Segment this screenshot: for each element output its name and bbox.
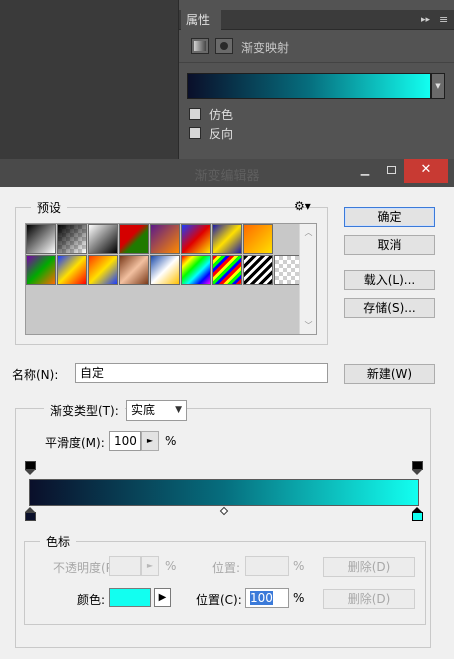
smoothness-input[interactable]: 100 (109, 431, 141, 451)
delete-opacity-stop-button[interactable]: 删除(D) (323, 557, 415, 577)
opacity-stop-right[interactable] (412, 461, 423, 475)
preset-swatch[interactable] (119, 255, 149, 285)
preset-swatch[interactable] (150, 224, 180, 254)
position-label: 位置(C): (196, 593, 242, 607)
panel-title: 渐变映射 (241, 41, 290, 55)
opacity-input[interactable] (109, 556, 141, 576)
delete-color-stop-button[interactable]: 删除(D) (323, 589, 415, 609)
scroll-down-icon[interactable]: ﹀ (300, 320, 317, 331)
preset-swatch[interactable] (26, 224, 56, 254)
presets-scrollbar[interactable]: ︿ ﹀ (299, 224, 316, 334)
stops-group-title: 色标 (40, 533, 77, 550)
adjustment-icon[interactable] (191, 38, 209, 54)
panel-menu-icon[interactable]: ≡ (439, 12, 448, 28)
stop-box (412, 461, 423, 470)
gradient-type-value: 实底 (131, 403, 156, 417)
gradient-bar[interactable] (29, 479, 419, 506)
maximize-icon[interactable] (376, 159, 406, 183)
color-menu-arrow-icon[interactable]: ▶ (154, 588, 171, 607)
preset-swatch[interactable] (212, 224, 242, 254)
position-unit: % (293, 591, 305, 605)
smoothness-unit: % (165, 434, 177, 448)
preset-swatch[interactable] (26, 255, 56, 285)
preset-swatch[interactable] (181, 224, 211, 254)
gradient-preview[interactable] (187, 73, 431, 99)
stop-box (412, 512, 423, 521)
opacity-stepper[interactable]: ► (141, 556, 159, 576)
reverse-label: 反向 (209, 127, 234, 141)
chevron-down-icon[interactable]: ▼ (431, 73, 445, 99)
stop-pointer (25, 470, 35, 475)
stops-group (24, 541, 426, 625)
chevron-down-icon: ▼ (175, 405, 182, 415)
presets-list (25, 223, 317, 335)
ok-button[interactable]: 确定 (344, 207, 435, 227)
preset-swatch[interactable] (181, 255, 211, 285)
preset-swatch[interactable] (88, 224, 118, 254)
name-label: 名称(N): (12, 368, 59, 382)
load-button[interactable]: 载入(L)... (344, 270, 435, 290)
smoothness-label: 平滑度(M): (45, 436, 105, 450)
position-input[interactable]: 100 (245, 588, 289, 608)
dialog-titlebar[interactable]: 渐变编辑器 ▁ ✕ (0, 159, 454, 187)
preset-swatch[interactable] (88, 255, 118, 285)
opacity-unit: % (165, 559, 177, 573)
reverse-checkbox[interactable] (189, 127, 201, 139)
new-button[interactable]: 新建(W) (344, 364, 435, 384)
presets-group-title: 预设 (31, 199, 68, 216)
opacity-stop-left[interactable] (25, 461, 36, 475)
preset-swatch[interactable] (243, 224, 273, 254)
color-label: 颜色: (77, 593, 106, 607)
save-button[interactable]: 存储(S)... (344, 298, 435, 318)
opacity-position-label: 位置: (212, 561, 241, 575)
opacity-position-unit: % (293, 559, 305, 573)
panel-collapse-icon[interactable]: ▸▸ (421, 12, 430, 28)
scroll-up-icon[interactable]: ︿ (300, 227, 317, 238)
close-icon[interactable]: ✕ (404, 159, 448, 183)
cancel-button[interactable]: 取消 (344, 235, 435, 255)
stop-box (25, 461, 36, 470)
properties-panel: 属性 ▸▸ ≡ 渐变映射 ▼ 仿色 反向 (178, 0, 454, 170)
opacity-position-input[interactable] (245, 556, 289, 576)
position-value: 100 (250, 591, 273, 605)
preset-swatch[interactable] (57, 255, 87, 285)
name-input[interactable]: 自定 (75, 363, 328, 383)
stop-box (25, 512, 36, 521)
preset-swatch[interactable] (119, 224, 149, 254)
panel-tabbar: 属性 ▸▸ ≡ (179, 10, 454, 30)
divider (179, 62, 454, 63)
dither-label: 仿色 (209, 108, 234, 122)
tab-properties[interactable]: 属性 (181, 10, 221, 30)
stop-pointer (412, 470, 422, 475)
mask-icon[interactable] (215, 38, 233, 54)
preset-swatch[interactable] (243, 255, 273, 285)
preset-swatch[interactable] (212, 255, 242, 285)
stop-color-swatch[interactable] (109, 588, 151, 607)
dither-checkbox[interactable] (189, 108, 201, 120)
gradient-type-select[interactable]: 实底 ▼ (126, 400, 187, 421)
preset-swatch[interactable] (150, 255, 180, 285)
preset-swatch[interactable] (57, 224, 87, 254)
color-stop-right-selected[interactable] (412, 507, 423, 521)
color-stop-left[interactable] (25, 507, 36, 521)
gradient-type-label: 渐变类型(T): (44, 402, 125, 419)
gear-icon[interactable]: ⚙▾ (294, 199, 311, 213)
smoothness-stepper[interactable]: ► (141, 431, 159, 451)
